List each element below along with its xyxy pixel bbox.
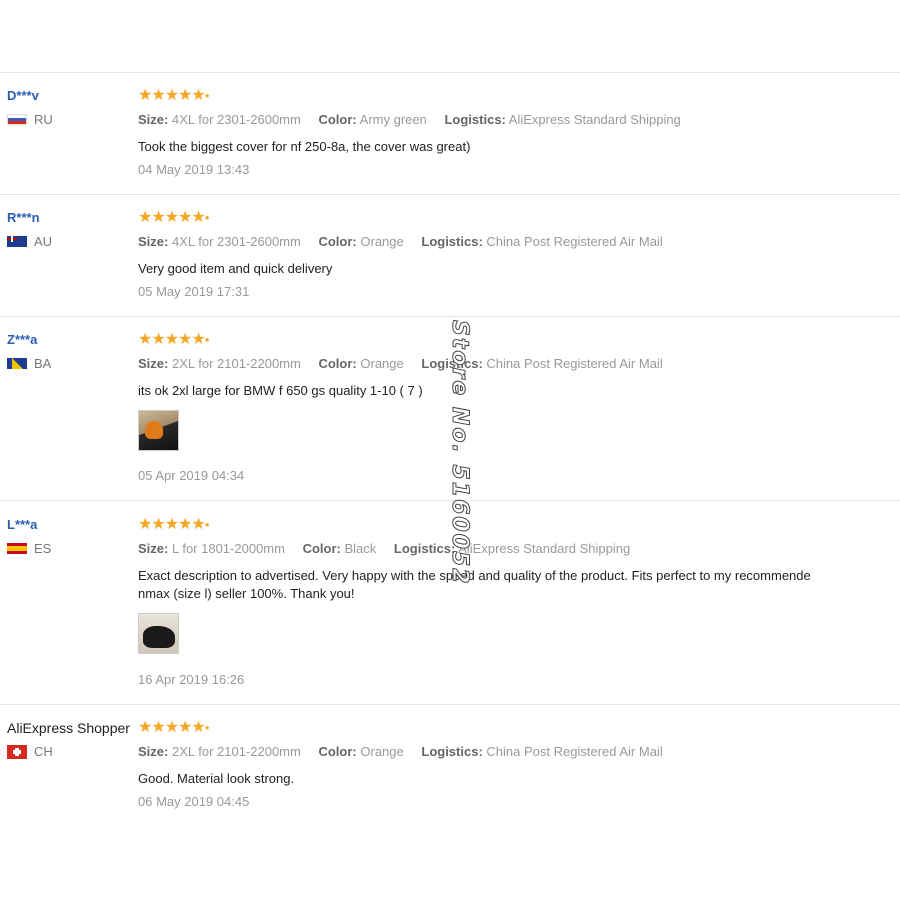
- australia-flag-icon: [7, 236, 27, 247]
- size-value: 2XL for 2101-2200mm: [171, 744, 301, 759]
- store-watermark: Store No. 5160052: [447, 320, 473, 587]
- review-date: 06 May 2019 04:45: [138, 794, 250, 809]
- color-value: Orange: [360, 356, 404, 371]
- order-info: Size: 4XL for 2301-2600mm Color: Orange …: [138, 234, 663, 249]
- review-text: its ok 2xl large for BMW f 650 gs qualit…: [138, 383, 423, 398]
- russia-flag-icon: [7, 114, 27, 125]
- star-rating: ★★★★★●: [138, 516, 210, 534]
- review-text: Good. Material look strong.: [138, 771, 295, 786]
- spain-flag-icon: [7, 543, 27, 554]
- bosnia-flag-icon: [7, 358, 27, 369]
- review-text-line-1: Exact description to advertised. Very ha…: [138, 568, 811, 583]
- star-rating: ★★★★★●: [138, 719, 210, 737]
- order-info: Size: 2XL for 2101-2200mm Color: Orange …: [138, 744, 663, 759]
- country-code: CH: [34, 744, 53, 759]
- logistics-value: China Post Registered Air Mail: [486, 744, 663, 759]
- review-date: 05 Apr 2019 04:34: [138, 468, 245, 483]
- color-value: Black: [344, 541, 377, 556]
- buyer-country: AU: [7, 234, 52, 249]
- country-code: AU: [34, 234, 53, 249]
- size-value: L for 1801-2000mm: [171, 541, 285, 556]
- logistics-value: AliExpress Standard Shipping: [458, 541, 631, 556]
- review-photo-thumbnail[interactable]: [138, 613, 179, 654]
- buyer-name[interactable]: D***v: [7, 88, 39, 103]
- review-text: Very good item and quick delivery: [138, 261, 333, 276]
- country-code: BA: [34, 356, 52, 371]
- star-rating: ★★★★★●: [138, 87, 210, 105]
- order-info: Size: 2XL for 2101-2200mm Color: Orange …: [138, 356, 663, 371]
- buyer-country: CH: [7, 744, 53, 759]
- color-value: Orange: [360, 234, 404, 249]
- star-rating: ★★★★★●: [138, 331, 210, 349]
- buyer-name[interactable]: R***n: [7, 210, 40, 225]
- buyer-country: ES: [7, 541, 51, 556]
- review-photo-thumbnail[interactable]: [138, 410, 179, 451]
- logistics-value: AliExpress Standard Shipping: [508, 112, 681, 127]
- review-divider: [0, 704, 900, 705]
- buyer-name[interactable]: AliExpress Shopper: [7, 720, 130, 736]
- order-info: Size: 4XL for 2301-2600mm Color: Army gr…: [138, 112, 681, 127]
- top-divider: [0, 72, 900, 73]
- review-divider: [0, 194, 900, 195]
- review-date: 16 Apr 2019 16:26: [138, 672, 245, 687]
- review-text: Took the biggest cover for nf 250-8a, th…: [138, 139, 471, 154]
- country-code: RU: [34, 112, 53, 127]
- review-text-line-2: nmax (size l) seller 100%. Thank you!: [138, 586, 355, 601]
- color-value: Army green: [359, 112, 427, 127]
- logistics-value: China Post Registered Air Mail: [486, 356, 663, 371]
- size-value: 4XL for 2301-2600mm: [171, 234, 301, 249]
- color-value: Orange: [360, 744, 404, 759]
- size-value: 2XL for 2101-2200mm: [171, 356, 301, 371]
- review-date: 05 May 2019 17:31: [138, 284, 250, 299]
- logistics-value: China Post Registered Air Mail: [486, 234, 663, 249]
- star-rating: ★★★★★●: [138, 209, 210, 227]
- buyer-name[interactable]: L***a: [7, 517, 37, 532]
- buyer-name[interactable]: Z***a: [7, 332, 37, 347]
- buyer-country: RU: [7, 112, 53, 127]
- order-info: Size: L for 1801-2000mm Color: Black Log…: [138, 541, 631, 556]
- size-value: 4XL for 2301-2600mm: [171, 112, 301, 127]
- review-date: 04 May 2019 13:43: [138, 162, 250, 177]
- review-divider: [0, 316, 900, 317]
- country-code: ES: [34, 541, 52, 556]
- buyer-country: BA: [7, 356, 51, 371]
- switzerland-flag-icon: [7, 744, 27, 759]
